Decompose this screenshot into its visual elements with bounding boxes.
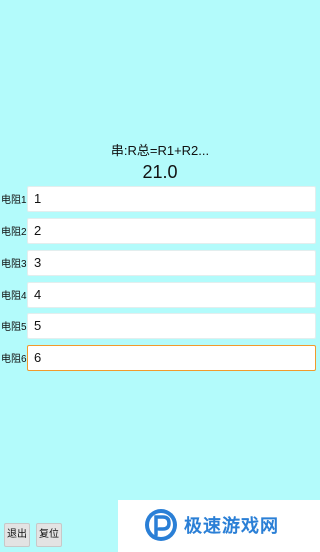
resistor-row-5: 电阻5: 5	[0, 313, 320, 343]
resistor-input-4[interactable]: 4	[27, 282, 316, 308]
resistor-row-6: 电阻6: 6	[0, 345, 320, 375]
resistor-label-6: 电阻6:	[1, 354, 30, 365]
watermark: 极速游戏网	[118, 500, 320, 552]
p-logo-icon	[145, 509, 177, 541]
result-value: 21.0	[142, 162, 178, 182]
watermark-text: 极速游戏网	[184, 516, 279, 536]
resistor-input-1[interactable]: 1	[27, 186, 316, 212]
resistor-row-3: 电阻3: 3	[0, 250, 320, 280]
resistor-input-3[interactable]: 3	[27, 250, 316, 276]
formula-label: 串:R总=R1+R2...	[110, 143, 210, 158]
resistor-input-6[interactable]: 6	[27, 345, 316, 371]
resistor-row-1: 电阻1: 1	[0, 186, 320, 216]
resistor-label-4: 电阻4:	[1, 291, 30, 302]
resistor-label-3: 电阻3:	[1, 259, 30, 270]
resistor-label-2: 电阻2:	[1, 227, 30, 238]
reset-button[interactable]: 复位	[36, 523, 62, 547]
resistor-row-2: 电阻2: 2	[0, 218, 320, 248]
resistor-input-5[interactable]: 5	[27, 313, 316, 339]
resistor-row-4: 电阻4: 4	[0, 282, 320, 312]
resistor-label-1: 电阻1:	[1, 195, 30, 206]
resistor-input-2[interactable]: 2	[27, 218, 316, 244]
resistor-label-5: 电阻5:	[1, 322, 30, 333]
exit-button[interactable]: 退出	[4, 523, 30, 547]
